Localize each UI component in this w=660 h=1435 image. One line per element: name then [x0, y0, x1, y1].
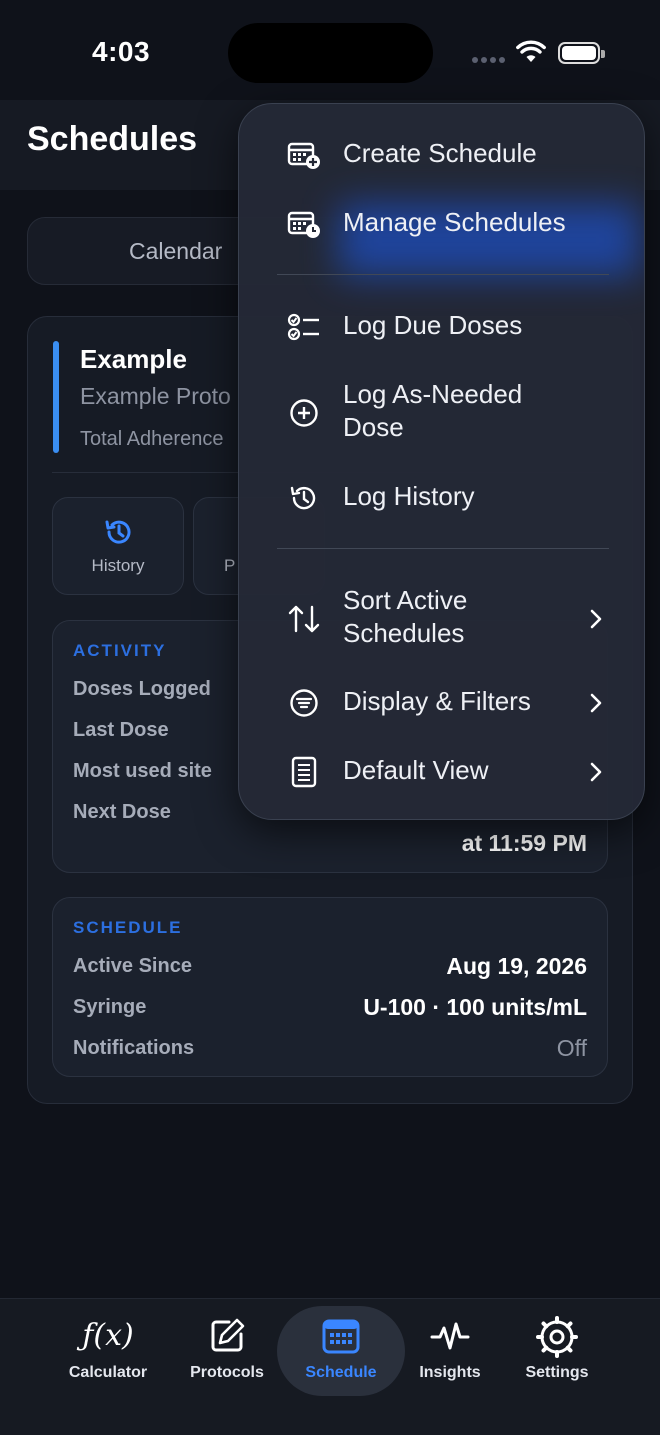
- chevron-right-icon: [590, 693, 602, 713]
- active-since-value: Aug 19, 2026: [446, 953, 587, 979]
- menu-label-line2: Schedules: [343, 618, 465, 648]
- menu-item-log-due-doses[interactable]: Log Due Doses: [239, 309, 644, 345]
- checklist-icon: [287, 310, 321, 344]
- notifications-value: Off: [556, 1035, 587, 1061]
- chevron-right-icon: [590, 609, 602, 629]
- tab-label: Protocols: [190, 1364, 264, 1381]
- tab-insights[interactable]: Insights: [390, 1312, 510, 1392]
- plus-circle-icon: [287, 396, 321, 430]
- calendar-icon: [281, 1316, 401, 1356]
- history-icon: [287, 481, 321, 515]
- chevron-right-icon: [590, 762, 602, 782]
- menu-item-create-schedule[interactable]: Create Schedule: [239, 137, 644, 173]
- cellular-signal-icon: [472, 57, 505, 63]
- menu-item-manage-schedules[interactable]: Manage Schedules: [239, 206, 644, 242]
- menu-label: Log Due Doses: [343, 310, 523, 340]
- tab-label: Schedule: [305, 1364, 377, 1381]
- battery-icon: [558, 42, 605, 64]
- schedule-section: SCHEDULE Active Since Aug 19, 2026 Syrin…: [52, 897, 608, 1077]
- dynamic-island: [228, 23, 433, 83]
- segment-calendar[interactable]: Calendar: [129, 238, 222, 265]
- pulse-icon: [390, 1316, 510, 1356]
- active-since-label: Active Since: [73, 955, 192, 977]
- menu-label: Display & Filters: [343, 686, 531, 716]
- menu-item-sort-active-schedules[interactable]: Sort Active Schedules: [239, 584, 644, 654]
- doses-logged-label: Doses Logged: [73, 678, 211, 700]
- menu-label-line2: Dose: [343, 412, 404, 442]
- gear-icon: [497, 1316, 617, 1358]
- menu-label: Sort Active: [343, 585, 468, 615]
- schedule-title: Example: [80, 344, 187, 374]
- function-icon: ƒ(x): [82, 1318, 134, 1353]
- last-dose-label: Last Dose: [73, 719, 169, 741]
- filter-icon: [287, 686, 321, 720]
- tab-schedule[interactable]: Schedule: [281, 1312, 401, 1392]
- schedule-protocol: Example Proto: [80, 383, 231, 409]
- wifi-icon: [516, 40, 546, 62]
- tab-calculator[interactable]: ƒ(x) Calculator: [48, 1312, 168, 1392]
- schedules-options-menu: Create Schedule Manage Schedules Log Due…: [238, 103, 645, 820]
- menu-item-log-history[interactable]: Log History: [239, 480, 644, 516]
- menu-separator: [277, 548, 609, 549]
- sort-arrows-icon: [287, 602, 321, 636]
- tab-settings[interactable]: Settings: [497, 1312, 617, 1392]
- calendar-add-icon: [287, 138, 321, 172]
- tab-label: Calculator: [68, 1364, 148, 1381]
- page-title: Schedules: [27, 120, 198, 158]
- tab-label: Settings: [525, 1364, 589, 1381]
- syringe-value: U-100 · 100 units/mL: [363, 994, 587, 1020]
- most-used-site-label: Most used site: [73, 760, 212, 782]
- menu-label: Manage Schedules: [343, 207, 566, 237]
- status-bar: 4:03: [0, 0, 660, 100]
- history-button[interactable]: History: [52, 497, 184, 595]
- syringe-label: Syringe: [73, 996, 147, 1018]
- edit-square-icon: [167, 1316, 287, 1356]
- calendar-clock-icon: [287, 207, 321, 241]
- schedule-accent-bar: [53, 341, 59, 453]
- menu-item-display-filters[interactable]: Display & Filters: [239, 685, 644, 721]
- menu-separator: [277, 274, 609, 275]
- status-time: 4:03: [92, 36, 151, 67]
- history-button-label: History: [91, 556, 145, 575]
- menu-item-default-view[interactable]: Default View: [239, 754, 644, 790]
- tab-label: Insights: [419, 1364, 481, 1381]
- menu-label: Log History: [343, 481, 475, 511]
- tab-protocols[interactable]: Protocols: [167, 1312, 287, 1392]
- menu-item-log-as-needed-dose[interactable]: Log As-Needed Dose: [239, 378, 644, 448]
- menu-label: Default View: [343, 755, 489, 785]
- menu-label: Create Schedule: [343, 138, 537, 168]
- schedule-heading: SCHEDULE: [73, 918, 183, 937]
- next-dose-label: Next Dose: [73, 801, 171, 823]
- menu-label: Log As-Needed: [343, 379, 523, 409]
- history-icon: [105, 520, 131, 544]
- total-adherence-label: Total Adherence: [80, 428, 224, 450]
- next-dose-value: at 11:59 PM: [461, 830, 587, 856]
- notifications-label: Notifications: [73, 1037, 195, 1059]
- document-icon: [287, 755, 321, 789]
- activity-heading: ACTIVITY: [73, 641, 167, 660]
